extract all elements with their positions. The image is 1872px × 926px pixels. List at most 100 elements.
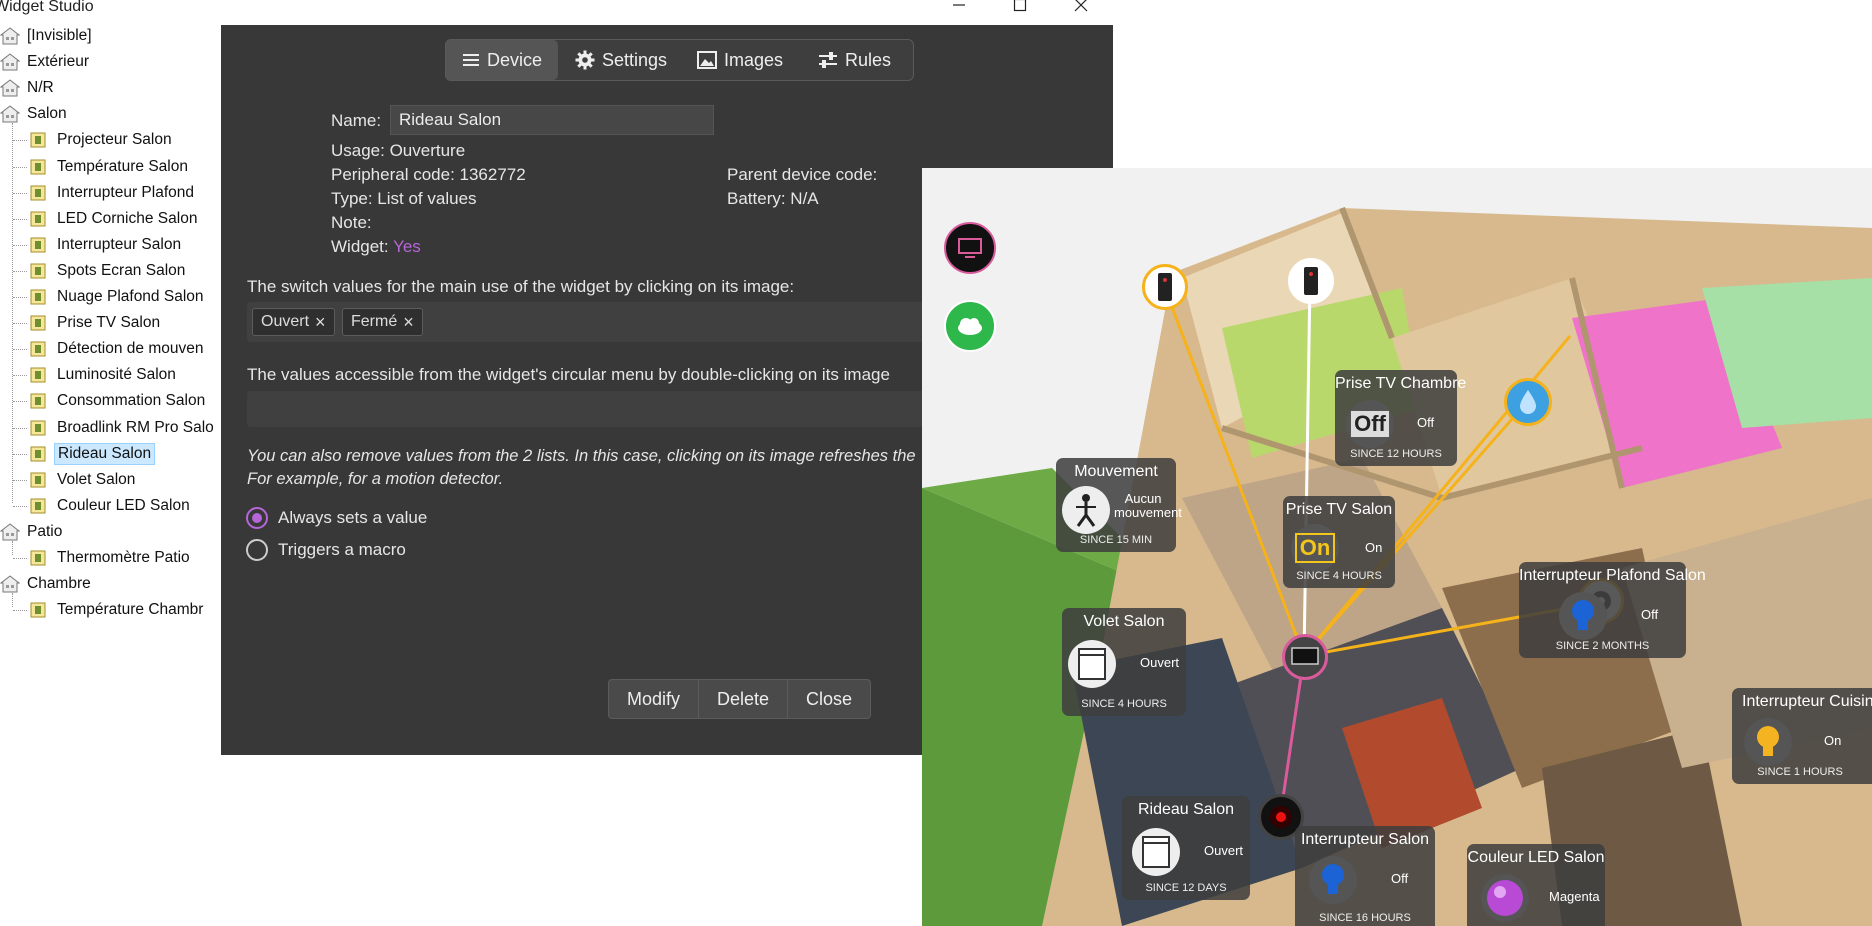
widget-couleur-led-salon[interactable]: Couleur LED Salon Magenta [1467, 844, 1605, 926]
widget-row: Widget: Yes [331, 237, 421, 257]
modify-button[interactable]: Modify [609, 680, 700, 718]
phone-device-marker[interactable] [1288, 258, 1334, 304]
widget-interrupteur-plafond-salon[interactable]: Interrupteur Plafond Salon Off SINCE 2 M… [1519, 562, 1706, 658]
tree-device-item[interactable]: Consommation Salon [30, 388, 208, 414]
device-icon [30, 472, 46, 488]
tree-connector [13, 479, 27, 481]
widget-title: Volet Salon [1083, 613, 1165, 630]
phone-icon [1304, 267, 1318, 295]
tree-connector [12, 123, 13, 503]
device-icon [30, 341, 46, 357]
maximize-button[interactable] [1005, 0, 1035, 16]
widget-prise-tv-salon[interactable]: Prise TV Salon On On SINCE 4 HOURS [1283, 496, 1395, 588]
widget-value-link[interactable]: Yes [393, 237, 421, 256]
switch-values-label: The switch values for the main use of th… [247, 277, 795, 296]
floor-plan-view[interactable]: Prise TV Chambre Off Off SINCE 12 HOURS … [922, 168, 1872, 926]
room-icon [0, 53, 20, 71]
widget-title: Interrupteur Salon [1300, 831, 1430, 848]
phone-icon [1158, 273, 1172, 301]
tree-device-item[interactable]: Nuage Plafond Salon [30, 284, 207, 310]
widget-state: Off [1641, 607, 1659, 622]
triggers-macro-radio[interactable] [246, 539, 268, 561]
always-sets-value-radio[interactable] [246, 507, 268, 529]
parent-device-code-text: Parent device code: [727, 165, 878, 184]
device-icon [30, 132, 46, 148]
device-icon [30, 367, 46, 383]
close-icon[interactable]: × [403, 312, 414, 333]
triggers-macro-label[interactable]: Triggers a macro [278, 540, 406, 560]
tree-connector [13, 270, 27, 272]
phone-device-marker[interactable] [1142, 264, 1188, 310]
remove-hint-example: For example, for a motion detector. [247, 470, 504, 488]
type-text: Type: List of values [331, 189, 477, 208]
tab-settings-label: Settings [601, 49, 668, 70]
tree-device-item[interactable]: Luminosité Salon [30, 362, 179, 388]
tree-device-item[interactable]: Prise TV Salon [30, 310, 163, 336]
water-device-marker[interactable] [1504, 378, 1552, 426]
tree-device-item[interactable]: Volet Salon [30, 467, 138, 493]
tree-connector [13, 218, 27, 220]
widget-state: On [1824, 733, 1842, 748]
tree-room-0[interactable]: [Invisible] [0, 23, 95, 49]
widget-since: SINCE 2 MONTHS [1555, 640, 1650, 652]
weather-button[interactable] [944, 300, 996, 352]
tree-room-5[interactable]: Chambre [0, 571, 94, 597]
tree-device-label: Thermomètre Patio [57, 549, 190, 566]
tree-device-item[interactable]: Couleur LED Salon [30, 493, 193, 519]
widget-mouvement[interactable]: Mouvement Aucun mouvement SINCE 15 MIN [1056, 458, 1182, 552]
widget-interrupteur-cuisine[interactable]: Interrupteur Cuisin On SINCE 1 HOURS [1732, 688, 1872, 784]
tab-device[interactable]: Device [446, 40, 558, 80]
tree-device-label: Projecteur Salon [57, 131, 172, 149]
tv-icon [1291, 647, 1319, 665]
minimize-button[interactable] [944, 0, 974, 16]
close-icon[interactable]: × [315, 312, 326, 333]
device-tree[interactable]: [Invisible] Extérieur N/R Salon Projecteur S… [0, 22, 222, 752]
widget-interrupteur-salon[interactable]: Interrupteur Salon Off SINCE 16 HOURS [1295, 826, 1435, 926]
close-button[interactable]: Close [788, 680, 870, 718]
widget-since: SINCE 12 HOURS [1350, 448, 1442, 460]
delete-button[interactable]: Delete [699, 680, 789, 718]
water-drop-icon [1520, 390, 1536, 414]
tree-device-item[interactable]: Interrupteur Salon [30, 232, 184, 258]
widget-prise-tv-chambre[interactable]: Prise TV Chambre Off Off SINCE 12 HOURS [1335, 370, 1466, 466]
tree-room-1[interactable]: Extérieur [0, 49, 92, 75]
tree-device-item[interactable]: Projecteur Salon [30, 127, 175, 153]
tree-device-item[interactable]: Broadlink RM Pro Salo [30, 415, 217, 441]
tree-device-item[interactable]: Détection de mouven [30, 336, 206, 362]
scene-tv-button[interactable] [944, 222, 996, 274]
room-icon [0, 575, 20, 593]
tree-connector [13, 349, 27, 351]
value-chip[interactable]: Ouvert × [252, 308, 335, 336]
maximize-icon [1013, 0, 1027, 12]
tree-device-item[interactable]: Rideau Salon [30, 441, 156, 467]
tab-rules[interactable]: Rules [796, 40, 913, 80]
tree-device-item[interactable]: Température Salon [30, 154, 191, 180]
tree-device-item[interactable]: Interrupteur Plafond [30, 180, 197, 206]
tree-device-label: Volet Salon [57, 470, 136, 488]
widget-since: SINCE 4 HOURS [1081, 698, 1167, 710]
name-input[interactable] [390, 105, 714, 135]
room-icon [0, 27, 20, 45]
device-icon [30, 185, 46, 201]
tree-device-item[interactable]: LED Corniche Salon [30, 206, 200, 232]
tab-images-label: Images [723, 49, 784, 70]
tree-device-item[interactable]: Spots Ecran Salon [30, 258, 188, 284]
tree-room-label: Patio [27, 522, 63, 540]
widget-volet-salon[interactable]: Volet Salon Ouvert SINCE 4 HOURS [1062, 608, 1186, 716]
tree-device-item[interactable]: Thermomètre Patio [30, 545, 193, 571]
tv-device-marker[interactable] [1282, 634, 1328, 680]
value-chip[interactable]: Fermé × [342, 308, 423, 336]
tree-room-4[interactable]: Patio [0, 519, 65, 545]
widget-title: Interrupteur Plafond Salon [1519, 567, 1706, 584]
always-sets-value-label[interactable]: Always sets a value [278, 508, 427, 528]
tree-device-item[interactable]: Température Chambr [30, 597, 206, 623]
tree-connector [12, 593, 13, 608]
tab-settings[interactable]: Settings [558, 40, 684, 80]
sliders-icon [818, 52, 837, 68]
widget-rideau-salon[interactable]: Rideau Salon Ouvert SINCE 12 DAYS [1122, 796, 1250, 900]
shutter-icon [1132, 828, 1180, 876]
tree-room-2[interactable]: N/R [0, 75, 57, 101]
close-window-button[interactable] [1066, 0, 1096, 16]
tree-room-3[interactable]: Salon [0, 101, 70, 127]
tab-images[interactable]: Images [684, 40, 796, 80]
